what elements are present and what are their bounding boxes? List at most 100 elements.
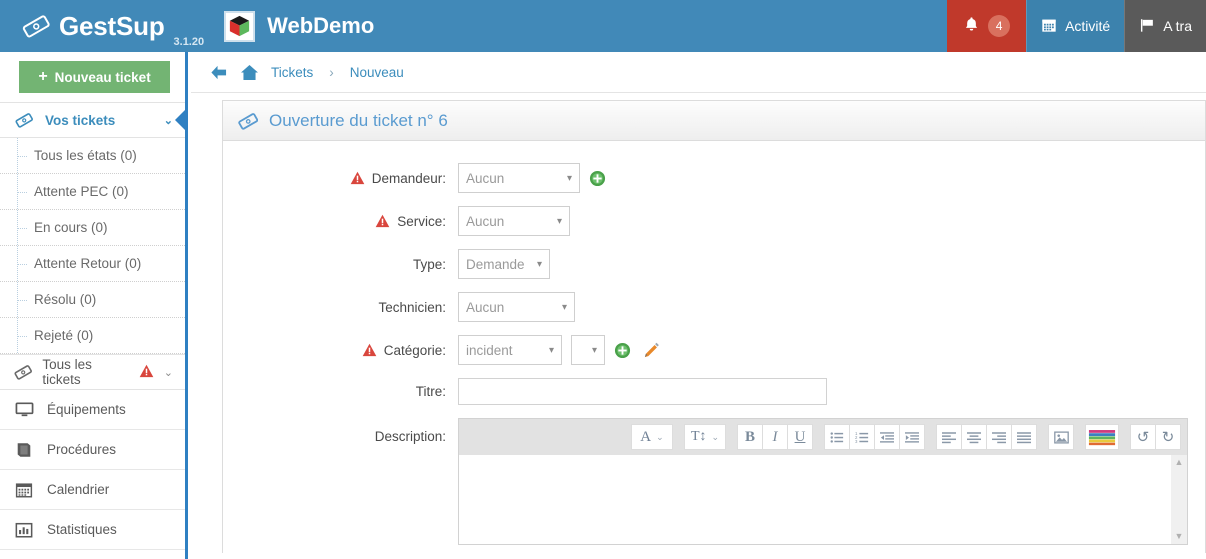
form-row-service: Service: Aucun ▾ (223, 206, 1205, 236)
chevron-down-icon: ▾ (561, 301, 567, 313)
sidebar-item-procedures[interactable]: Procédures (0, 430, 185, 470)
ticket-form: Demandeur: Aucun ▾ Service: Aucun ▾ Type… (223, 141, 1205, 545)
sidebar-item-calendrier[interactable]: Calendrier (0, 470, 185, 510)
breadcrumb-item-nouveau[interactable]: Nouveau (350, 65, 404, 80)
calendar-icon (1041, 17, 1057, 36)
notifications-button[interactable]: 4 (947, 0, 1027, 52)
numbered-list-button[interactable]: 123 (849, 424, 875, 450)
sidebar-sub-label: Tous les états (0) (34, 148, 137, 163)
app-root: GestSup 3.1.20 WebDemo 4 Activité A tra … (0, 0, 1206, 559)
insert-image-button[interactable] (1048, 424, 1074, 450)
type-select[interactable]: Demande ▾ (458, 249, 550, 279)
sidebar-group-tous-les-tickets[interactable]: Tous les tickets ⌄ (0, 354, 185, 390)
sidebar-item-rejete[interactable]: Rejeté (0) (0, 318, 185, 354)
sidebar-sub-label: Attente Retour (0) (34, 256, 142, 271)
bold-button[interactable]: B (737, 424, 763, 450)
description-scrollbar[interactable]: ▲ ▼ (1171, 455, 1187, 544)
chevron-down-icon: ⌄ (656, 431, 664, 442)
control-technicien: Aucun ▾ (458, 292, 575, 322)
control-categorie: incident ▾ ▾ (458, 335, 660, 365)
warning-triangle-icon (350, 171, 365, 185)
book-icon (13, 441, 35, 459)
sidebar-item-resolu[interactable]: Résolu (0) (0, 282, 185, 318)
chevron-down-icon: ⌄ (711, 431, 720, 442)
bullet-list-button[interactable] (824, 424, 850, 450)
brand[interactable]: GestSup 3.1.20 (0, 0, 214, 52)
scroll-up-icon[interactable]: ▲ (1175, 458, 1184, 467)
edit-categorie-button[interactable] (643, 342, 660, 359)
notification-badge: 4 (988, 15, 1011, 37)
description-textarea[interactable]: ▲ ▼ (459, 455, 1187, 544)
svg-text:3: 3 (855, 438, 858, 443)
align-right-button[interactable] (986, 424, 1012, 450)
sidebar-group-label: Tous les tickets (42, 357, 92, 387)
add-categorie-button[interactable] (614, 342, 631, 359)
label-technicien: Technicien: (223, 300, 458, 315)
add-demandeur-button[interactable] (589, 170, 606, 187)
align-center-button[interactable] (961, 424, 987, 450)
site-block[interactable]: WebDemo (214, 0, 374, 52)
service-select[interactable]: Aucun ▾ (458, 206, 570, 236)
demandeur-select[interactable]: Aucun ▾ (458, 163, 580, 193)
sidebar-item-equipements[interactable]: Équipements (0, 390, 185, 430)
flag-icon (1139, 17, 1155, 36)
undo-button[interactable]: ↺ (1130, 424, 1156, 450)
new-ticket-wrap: + Nouveau ticket (0, 52, 185, 102)
label-service: Service: (223, 214, 458, 229)
breadcrumb-item-tickets[interactable]: Tickets (271, 65, 313, 80)
technicien-select[interactable]: Aucun ▾ (458, 292, 575, 322)
activity-label: Activité (1065, 18, 1111, 34)
titre-input[interactable] (458, 378, 827, 405)
arrow-left-icon[interactable] (209, 64, 228, 81)
calendar-icon (13, 481, 35, 499)
color-palette-button[interactable] (1085, 424, 1119, 450)
sidebar-item-tous-les-etats[interactable]: Tous les états (0) (0, 138, 185, 174)
scroll-down-icon[interactable]: ▼ (1175, 532, 1184, 541)
activity-button[interactable]: Activité (1026, 0, 1125, 52)
italic-button[interactable]: I (762, 424, 788, 450)
align-left-button[interactable] (936, 424, 962, 450)
sidebar-item-label: Calendrier (47, 482, 110, 497)
control-description: A ⌄ T↕ ⌄ B I U 1 2 3 ↺ ↻ ▲ ▼ (458, 418, 1188, 545)
indent-button[interactable] (899, 424, 925, 450)
outdent-button[interactable] (874, 424, 900, 450)
control-demandeur: Aucun ▾ (458, 163, 606, 193)
bar-chart-icon (13, 521, 35, 539)
control-type: Demande ▾ (458, 249, 550, 279)
warning-triangle-icon (362, 343, 377, 357)
underline-glyph: U (794, 428, 806, 445)
page-title: Ouverture du ticket n° 6 (269, 110, 448, 130)
redo-button[interactable]: ↻ (1155, 424, 1181, 450)
sidebar-group-vos-tickets[interactable]: Vos tickets ⌄ (0, 102, 188, 138)
top-header: GestSup 3.1.20 WebDemo 4 Activité A tra (0, 0, 1206, 52)
sidebar-item-label: Procédures (47, 442, 117, 457)
home-icon[interactable] (240, 64, 259, 81)
flag-menu-button[interactable]: A tra (1124, 0, 1206, 52)
sidebar-item-statistiques[interactable]: Statistiques (0, 510, 185, 550)
ticket-icon (13, 363, 32, 381)
label-text: Type: (412, 256, 446, 272)
label-titre: Titre: (223, 384, 458, 399)
toolbar-group-history: ↺ ↻ (1130, 424, 1181, 450)
justify-button[interactable] (1011, 424, 1037, 450)
sidebar-item-attente-pec[interactable]: Attente PEC (0) (0, 174, 185, 210)
label-description: Description: (223, 418, 458, 454)
ticket-panel: Ouverture du ticket n° 6 Demandeur: Aucu… (222, 100, 1206, 553)
label-text: Titre: (415, 384, 446, 399)
font-size-button[interactable]: T↕ ⌄ (684, 424, 726, 450)
sidebar-item-en-cours[interactable]: En cours (0) (0, 210, 185, 246)
new-ticket-button[interactable]: + Nouveau ticket (19, 61, 170, 93)
sidebar-item-label: Équipements (47, 402, 126, 417)
sidebar-sub-label: Rejeté (0) (34, 328, 94, 343)
plus-icon: + (38, 68, 48, 85)
service-value: Aucun (466, 213, 505, 229)
bell-icon (963, 16, 980, 36)
sidebar: + Nouveau ticket Vos tickets ⌄ Tous les … (0, 52, 188, 559)
categorie-select[interactable]: incident ▾ (458, 335, 562, 365)
bold-glyph: B (744, 428, 755, 445)
ticket-icon (238, 111, 259, 131)
underline-button[interactable]: U (787, 424, 813, 450)
sous-categorie-select[interactable]: ▾ (571, 335, 605, 365)
sidebar-item-attente-retour[interactable]: Attente Retour (0) (0, 246, 185, 282)
font-color-button[interactable]: A ⌄ (631, 424, 673, 450)
